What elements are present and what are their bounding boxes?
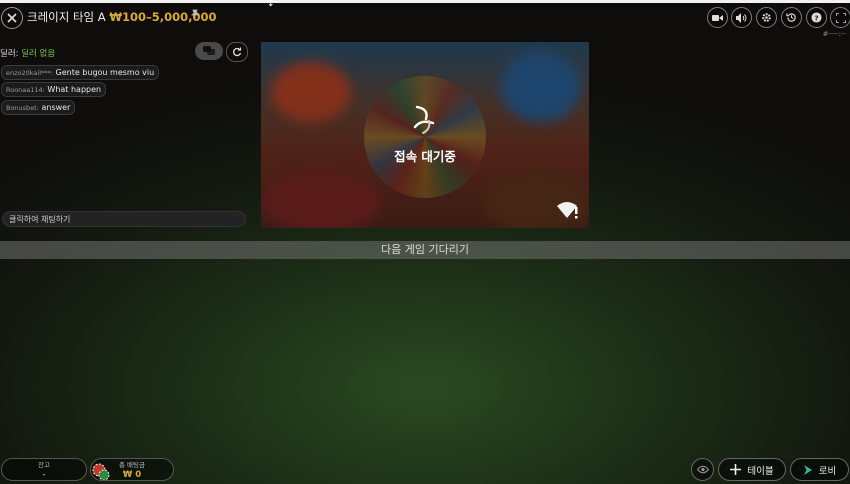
sound-button[interactable]	[731, 7, 752, 28]
add-table-button[interactable]: 테이블	[718, 458, 786, 481]
waiting-banner: 다음 게임 기다리기	[0, 241, 850, 259]
add-table-label: 테이블	[747, 465, 774, 477]
video-camera-button[interactable]	[707, 7, 728, 28]
connection-status: 접속 대기중	[394, 149, 456, 164]
plus-icon	[730, 464, 742, 475]
chat-refresh-button[interactable]	[226, 42, 248, 62]
chat-text: What happen	[47, 85, 102, 94]
lobby-button[interactable]: 로비	[790, 458, 849, 481]
history-button[interactable]	[781, 7, 802, 28]
chat-toggle-button[interactable]	[195, 42, 223, 60]
lobby-label: 로비	[818, 465, 837, 477]
speaker-icon	[736, 12, 747, 23]
wifi-warning-icon	[557, 202, 578, 219]
chip-stack-icon	[92, 463, 110, 480]
svg-text:?: ?	[814, 13, 818, 22]
dealer-status: 딜러: 딜러 없음	[0, 47, 55, 59]
cursor-marker-icon: ↕	[267, 0, 275, 9]
refresh-icon	[233, 47, 242, 57]
eye-icon	[696, 465, 709, 474]
chat-user: Bonusbet:	[6, 104, 39, 112]
loading-spinner-icon	[413, 105, 435, 134]
close-icon	[7, 13, 17, 23]
chat-message: enzo20kail***: Gente bugou mesmo viu	[1, 65, 160, 80]
chat-user: Roonaa114:	[6, 86, 45, 94]
video-camera-icon	[712, 14, 723, 21]
pin-icon[interactable]	[190, 9, 200, 22]
chat-user: enzo20kail***:	[6, 69, 53, 77]
gear-icon	[762, 13, 771, 22]
game-name: 크레이지 타임 A	[27, 10, 106, 24]
chat-bubble-icon	[203, 46, 215, 55]
fullscreen-icon	[835, 12, 846, 23]
close-button[interactable]	[1, 7, 23, 29]
top-edge-bar	[0, 0, 850, 3]
live-video-panel: 접속 대기중	[261, 42, 589, 228]
game-title: 크레이지 타임 A ₩100–5,000,000	[27, 9, 217, 25]
balance-box: 잔고 -	[1, 458, 87, 481]
chat-message: Bonusbet: answer	[1, 100, 76, 115]
balance-value: -	[42, 470, 46, 480]
total-bet-box: 총 배팅금 ₩ 0	[90, 458, 174, 481]
question-icon: ?	[811, 12, 822, 23]
round-id-text: #----:--	[822, 30, 846, 38]
visibility-toggle-button[interactable]	[691, 458, 714, 481]
bet-limits: ₩100–5,000,000	[109, 10, 217, 24]
settings-button[interactable]	[756, 7, 777, 28]
balance-label: 잔고	[38, 461, 50, 469]
chat-text: Gente bugou mesmo viu	[55, 68, 155, 77]
lobby-chevron-icon	[803, 464, 812, 475]
chat-message: Roonaa114: What happen	[1, 82, 107, 97]
chat-text: answer	[41, 103, 71, 112]
fullscreen-button[interactable]	[830, 7, 850, 28]
dealer-label: 딜러:	[0, 49, 19, 59]
chat-input[interactable]: 클릭하여 채팅하기	[2, 211, 246, 227]
help-button[interactable]: ?	[806, 7, 827, 28]
dealer-value: 딜러 없음	[21, 49, 56, 59]
history-icon	[786, 13, 796, 22]
